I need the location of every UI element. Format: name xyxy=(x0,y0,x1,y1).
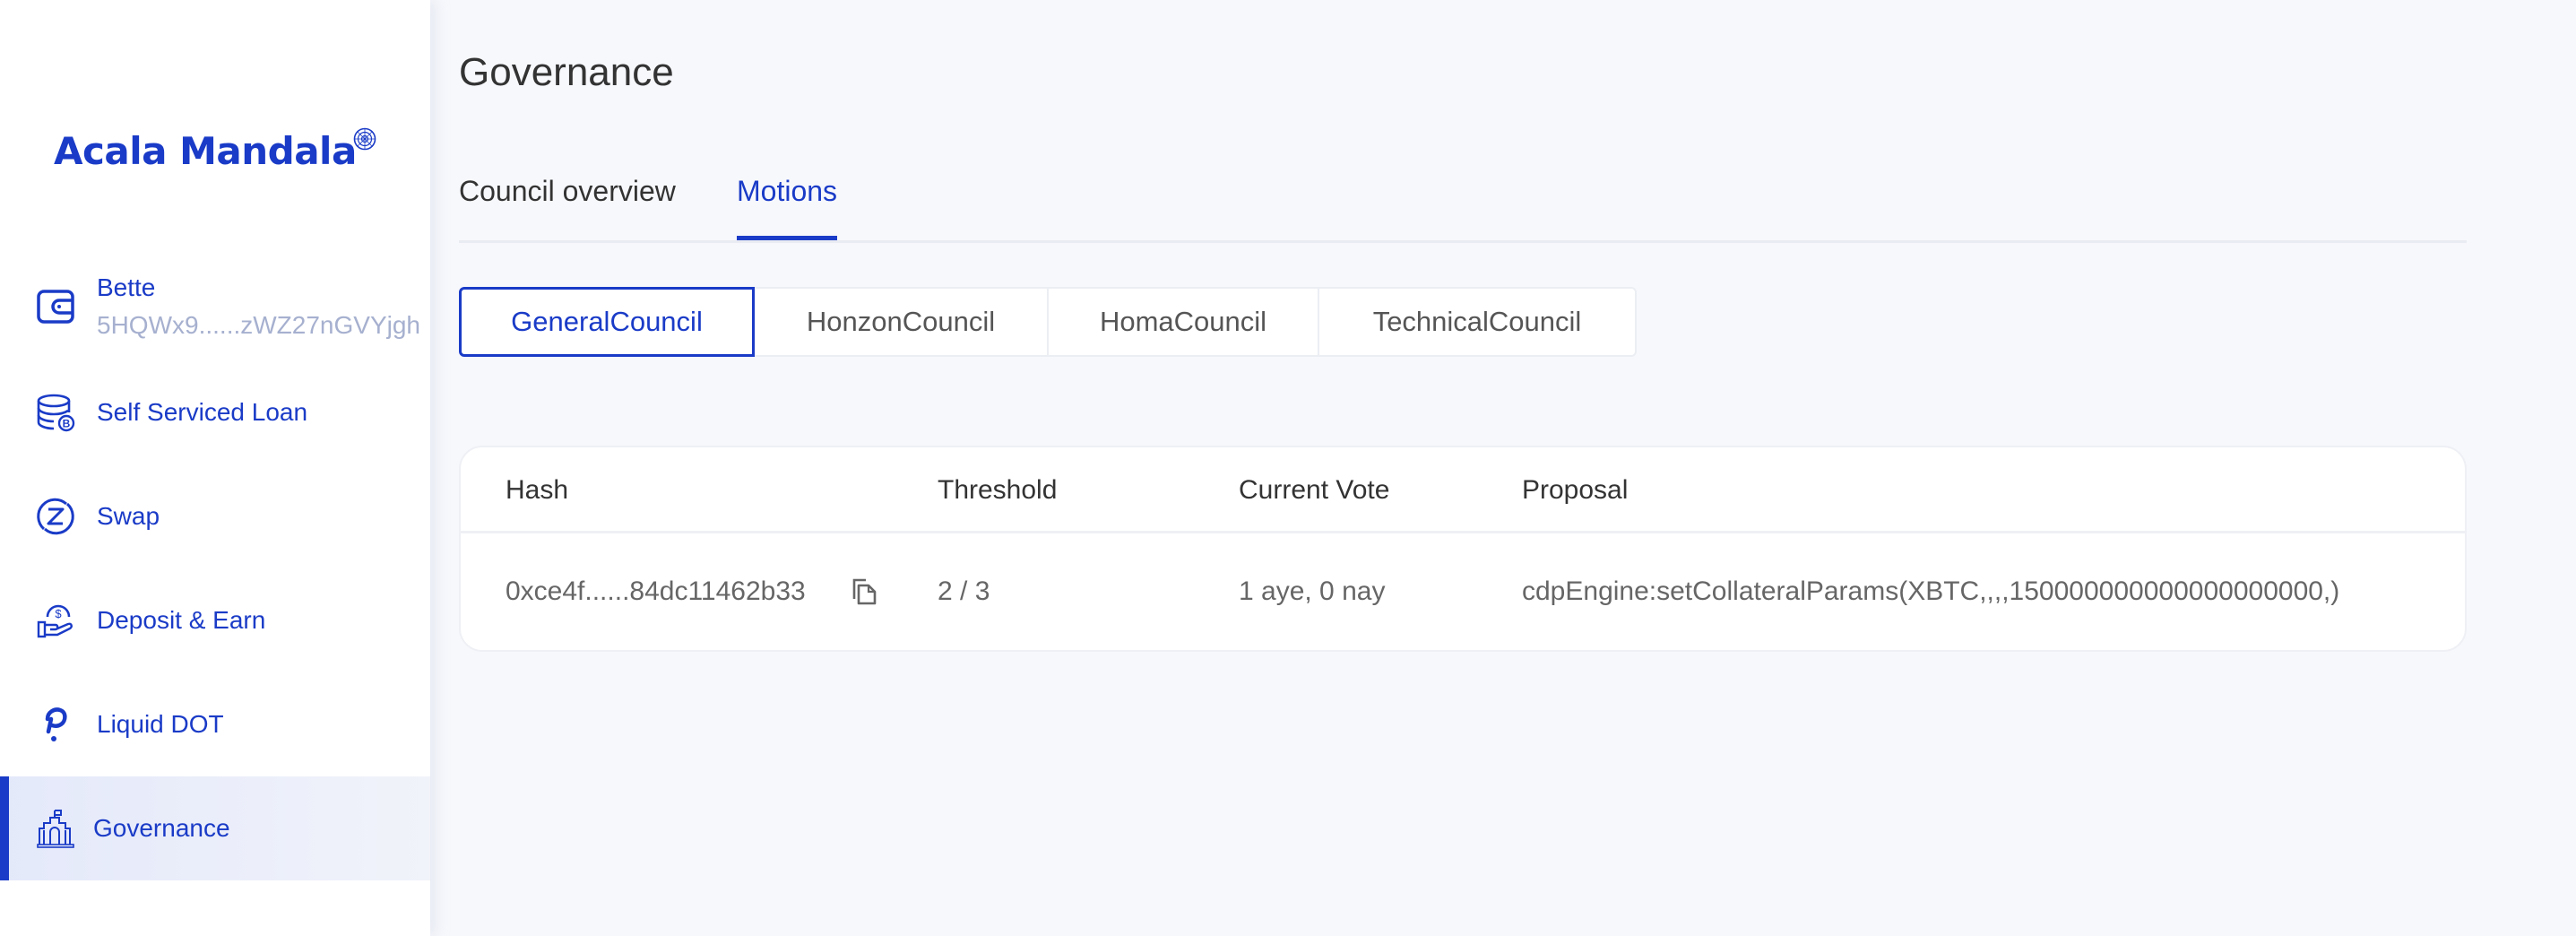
motion-threshold: 2 / 3 xyxy=(938,576,990,606)
table-header: Hash Threshold Current Vote Proposal xyxy=(461,447,2465,533)
brand-logo[interactable]: Acala Mandala xyxy=(54,129,357,173)
swap-icon xyxy=(37,498,74,535)
copy-icon[interactable] xyxy=(851,577,878,606)
motion-proposal: cdpEngine:setCollateralParams(XBTC,,,,15… xyxy=(1522,576,2340,606)
column-header-current-vote: Current Vote xyxy=(1239,475,1390,505)
account-address: 5HQWx9......zWZ27nGVYjgh xyxy=(97,311,420,339)
sidebar-item-label: Swap xyxy=(97,502,160,530)
sidebar-item-governance[interactable]: Governance xyxy=(0,776,430,880)
loan-database-icon: B xyxy=(37,394,75,432)
column-header-proposal: Proposal xyxy=(1522,475,1629,505)
motion-hash: 0xce4f......84dc11462b33 xyxy=(506,576,806,606)
sidebar-item-deposit-earn[interactable]: $ Deposit & Earn xyxy=(0,568,430,672)
sidebar-item-label: Liquid DOT xyxy=(97,710,224,738)
tabs-divider xyxy=(459,240,2467,243)
column-header-hash: Hash xyxy=(506,475,569,505)
sidebar-item-swap[interactable]: Swap xyxy=(0,464,430,568)
sidebar-item-self-serviced-loan[interactable]: B Self Serviced Loan xyxy=(0,360,430,464)
sidebar-item-label: Self Serviced Loan xyxy=(97,398,308,426)
sidebar-item-label: Deposit & Earn xyxy=(97,606,266,634)
wallet-icon xyxy=(37,290,74,324)
council-tab-general[interactable]: GeneralCouncil xyxy=(459,287,755,357)
council-tab-technical[interactable]: TechnicalCouncil xyxy=(1318,287,1637,357)
deposit-hand-icon: $ xyxy=(37,604,73,638)
account-name: Bette xyxy=(97,273,156,301)
sidebar-item-liquid-dot[interactable]: Liquid DOT xyxy=(0,672,430,776)
council-tab-honzon[interactable]: HonzonCouncil xyxy=(755,287,1049,357)
sidebar-item-label: Governance xyxy=(93,814,230,842)
column-header-threshold: Threshold xyxy=(938,475,1058,505)
motion-current-vote: 1 aye, 0 nay xyxy=(1239,576,1386,606)
motions-table: Hash Threshold Current Vote Proposal 0xc… xyxy=(459,446,2467,652)
table-row: 0xce4f......84dc11462b33 2 / 3 1 aye, 0 … xyxy=(461,533,2465,650)
svg-text:$: $ xyxy=(55,607,62,620)
governance-tabs: Council overview Motions xyxy=(459,170,2467,243)
sidebar: Acala Mandala Bette 5HQWx9......zWZ27nGV… xyxy=(0,0,430,936)
polkadot-icon xyxy=(45,707,67,741)
council-tab-homa[interactable]: HomaCouncil xyxy=(1047,287,1319,357)
svg-text:B: B xyxy=(63,418,71,430)
governance-building-icon xyxy=(37,810,74,848)
tab-motions[interactable]: Motions xyxy=(737,170,838,240)
tab-council-overview[interactable]: Council overview xyxy=(459,170,676,240)
page-title: Governance xyxy=(459,50,674,94)
mandala-logo-icon xyxy=(353,127,376,151)
